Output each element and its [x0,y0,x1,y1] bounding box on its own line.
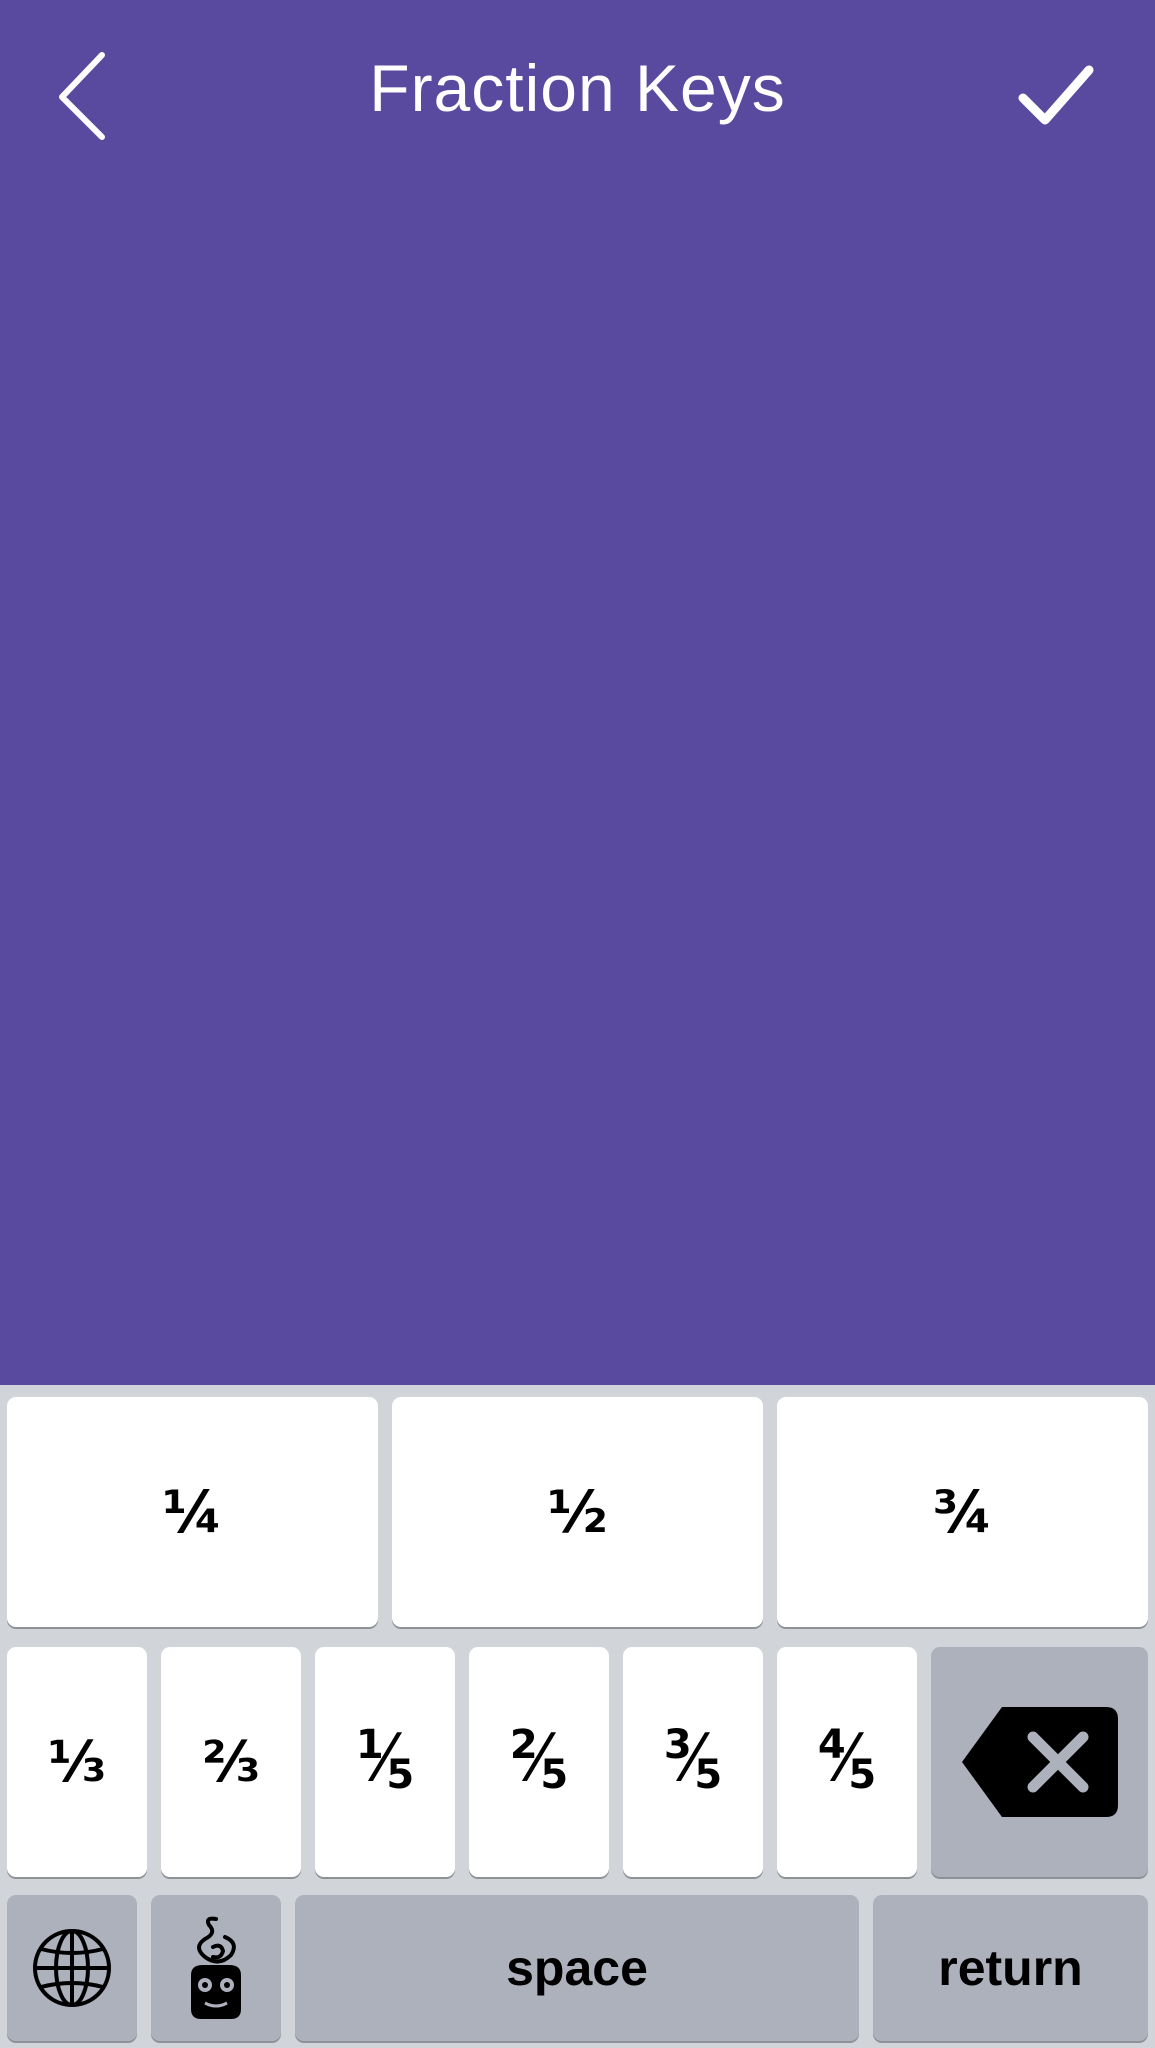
swirl-creature-icon [191,1916,241,2019]
key-label: ½ [547,1478,608,1546]
key-label: ⅓ [48,1729,106,1795]
backspace-icon [961,1707,1118,1817]
key-three-quarters[interactable]: ¾ [777,1397,1148,1627]
key-two-fifths[interactable]: 2 ⁄ 5 [469,1647,609,1877]
key-one-third[interactable]: ⅓ [7,1647,147,1877]
return-label: return [938,1940,1083,1996]
checkmark-icon [1018,65,1094,125]
key-label: ¼ [162,1478,223,1546]
backspace-button[interactable] [931,1647,1148,1877]
globe-button[interactable] [7,1895,137,2041]
space-key[interactable]: space [295,1895,859,2041]
nav-bar: Fraction Keys [0,0,1155,185]
key-one-half[interactable]: ½ [392,1397,763,1627]
key-label: 4 ⁄ 5 [817,1722,877,1798]
globe-icon [33,1929,111,2007]
key-label: 1 ⁄ 5 [355,1722,415,1798]
key-label: 2 ⁄ 5 [509,1722,569,1798]
space-label: space [506,1940,648,1996]
page-title: Fraction Keys [369,51,786,125]
key-one-quarter[interactable]: ¼ [7,1397,378,1627]
screen: Fraction Keys ¼ ½ ¾ ⅓ ⅔ 1 ⁄ 5 2 ⁄ 5 3 ⁄ … [0,0,1155,2048]
key-two-thirds[interactable]: ⅔ [161,1647,301,1877]
key-three-fifths[interactable]: 3 ⁄ 5 [623,1647,763,1877]
key-label: ¾ [932,1478,993,1546]
fraction-keyboard: ¼ ½ ¾ ⅓ ⅔ 1 ⁄ 5 2 ⁄ 5 3 ⁄ 5 4 ⁄ 5 space … [0,1385,1155,2048]
key-one-fifth[interactable]: 1 ⁄ 5 [315,1647,455,1877]
done-button[interactable] [1015,60,1095,130]
app-switch-button[interactable] [151,1895,281,2041]
key-label: 3 ⁄ 5 [663,1722,723,1798]
key-label: ⅔ [202,1729,260,1795]
return-key[interactable]: return [873,1895,1148,2041]
key-four-fifths[interactable]: 4 ⁄ 5 [777,1647,917,1877]
text-input-area[interactable] [0,185,1155,1385]
